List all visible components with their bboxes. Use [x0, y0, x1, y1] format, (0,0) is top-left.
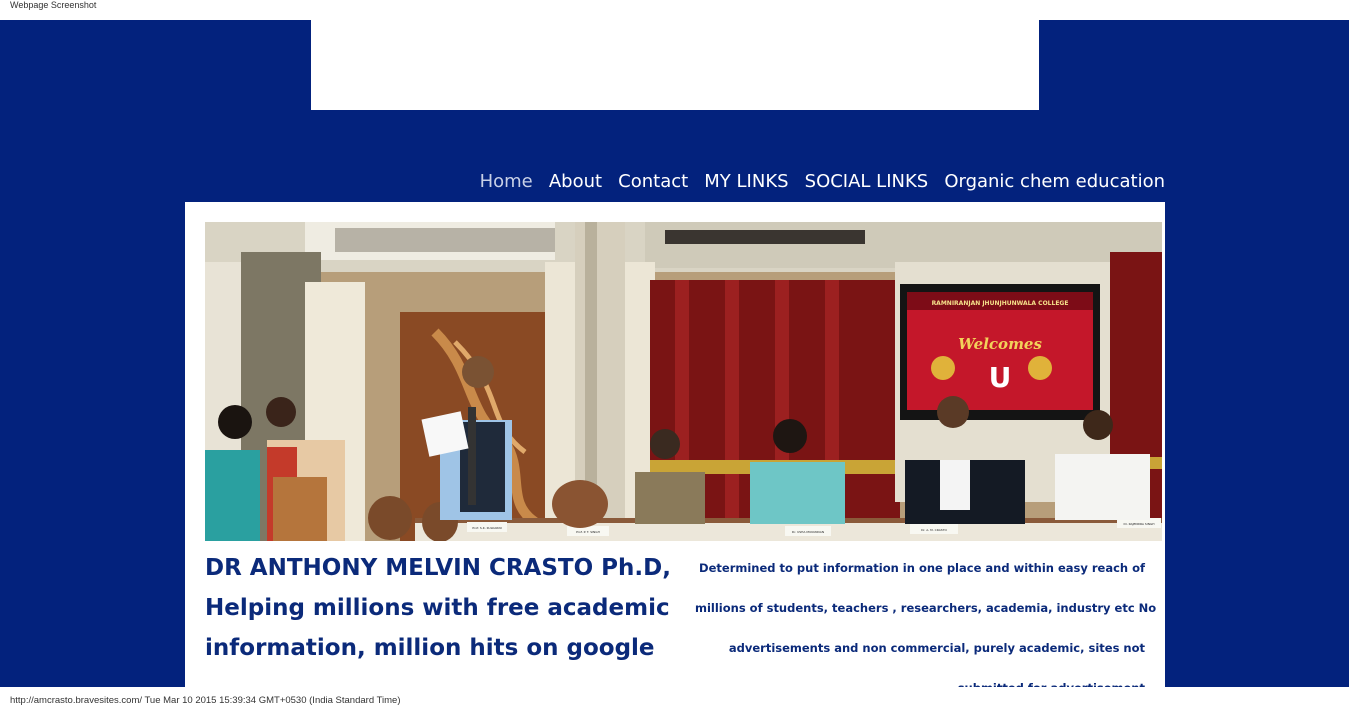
headline-line-2: Helping millions with free academic [205, 595, 670, 621]
screen-letter: U [989, 361, 1012, 394]
capture-url-timestamp: http://amcrasto.bravesites.com/ Tue Mar … [10, 695, 401, 706]
hero-photo: RAMNIRANJAN JHUNJHUNWALA COLLEGE Welcome… [205, 222, 1162, 541]
nav-organic-chem-education[interactable]: Organic chem education [944, 170, 1165, 194]
name-plate-4: Dr. A. M. CRASTO [921, 528, 947, 532]
headline-line-3: information, million hits on google [205, 635, 655, 661]
main-nav: Home About Contact MY LINKS SOCIAL LINKS… [185, 170, 1165, 194]
page-headline: DR ANTHONY MELVIN CRASTO Ph.D, Helping m… [205, 548, 675, 668]
hero-photo-illustration: RAMNIRANJAN JHUNJHUNWALA COLLEGE Welcome… [205, 222, 1162, 541]
capture-label-bar: Webpage Screenshot [0, 0, 1349, 20]
headline-line-1: DR ANTHONY MELVIN CRASTO Ph.D, [205, 555, 671, 581]
blurb-line-3: advertisements and non commercial, purel… [728, 641, 1145, 655]
intro-blurb: Determined to put information in one pla… [695, 548, 1157, 687]
nav-social-links[interactable]: SOCIAL LINKS [805, 170, 929, 194]
blurb-line-1: Determined to put information in one pla… [699, 561, 1145, 575]
nav-my-links[interactable]: MY LINKS [704, 170, 788, 194]
name-plate-2: Prof. P. T. SINGH [576, 530, 600, 534]
blurb-line-2: millions of students, teachers , researc… [695, 601, 1157, 615]
main-content: RAMNIRANJAN JHUNJHUNWALA COLLEGE Welcome… [185, 202, 1165, 687]
capture-label: Webpage Screenshot [10, 0, 97, 10]
page-body: Home About Contact MY LINKS SOCIAL LINKS… [0, 20, 1349, 687]
header-banner [311, 20, 1039, 110]
name-plate-3: Dr. USHA MUKUNDAN [792, 530, 824, 534]
nav-home[interactable]: Home [480, 170, 533, 194]
screen-college-name: RAMNIRANJAN JHUNJHUNWALA COLLEGE [932, 300, 1069, 307]
name-plate-1: Prof. S.K. KULKARNI [472, 526, 501, 530]
name-plate-5: Dr. RAJENDRA SINGH [1123, 522, 1154, 526]
nav-about[interactable]: About [549, 170, 602, 194]
nav-contact[interactable]: Contact [618, 170, 688, 194]
capture-status-bar: http://amcrasto.bravesites.com/ Tue Mar … [0, 687, 1349, 707]
screen-welcome-text: Welcomes [958, 335, 1042, 353]
blurb-line-4: submitted for advertisement [695, 668, 1145, 687]
